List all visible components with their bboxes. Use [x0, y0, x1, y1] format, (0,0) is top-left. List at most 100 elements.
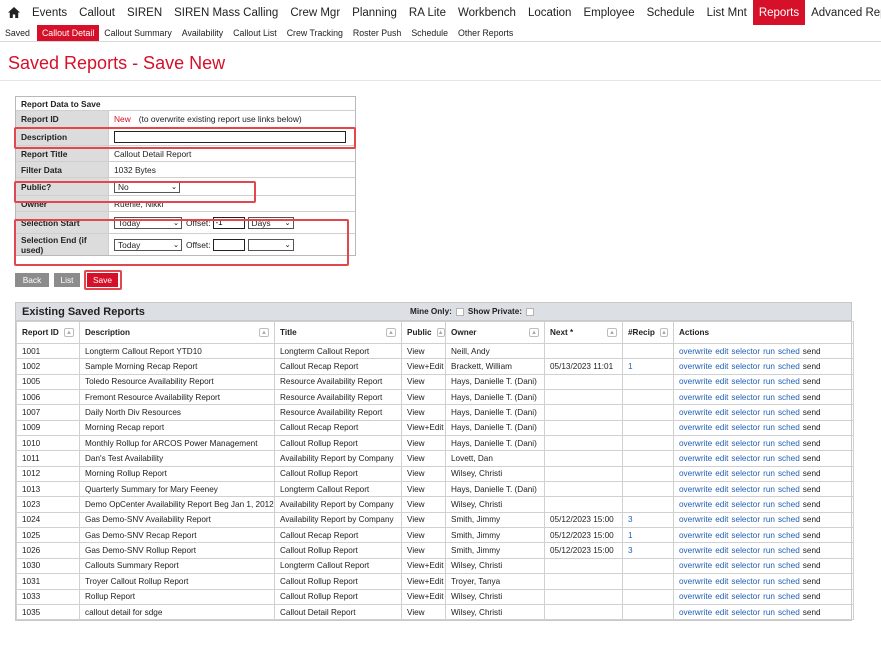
- send-link[interactable]: send: [803, 515, 821, 524]
- selector-link[interactable]: selector: [731, 423, 760, 432]
- subnav-item-schedule[interactable]: Schedule: [406, 25, 453, 41]
- run-link[interactable]: run: [763, 561, 775, 570]
- nav-item-location[interactable]: Location: [522, 0, 577, 25]
- sched-link[interactable]: sched: [778, 393, 800, 402]
- run-link[interactable]: run: [763, 592, 775, 601]
- overwrite-link[interactable]: overwrite: [679, 561, 712, 570]
- cell-recip[interactable]: [622, 603, 674, 621]
- sched-link[interactable]: sched: [778, 577, 800, 586]
- send-link[interactable]: send: [803, 485, 821, 494]
- overwrite-link[interactable]: overwrite: [679, 608, 712, 617]
- edit-link[interactable]: edit: [715, 608, 728, 617]
- send-link[interactable]: send: [803, 577, 821, 586]
- overwrite-link[interactable]: overwrite: [679, 423, 712, 432]
- selector-link[interactable]: selector: [731, 546, 760, 555]
- cell-recip[interactable]: [622, 373, 674, 391]
- edit-link[interactable]: edit: [715, 408, 728, 417]
- selector-link[interactable]: selector: [731, 500, 760, 509]
- send-link[interactable]: send: [803, 393, 821, 402]
- nav-item-planning[interactable]: Planning: [346, 0, 403, 25]
- run-link[interactable]: run: [763, 393, 775, 402]
- subnav-item-callout-list[interactable]: Callout List: [228, 25, 282, 41]
- cell-recip[interactable]: [622, 496, 674, 513]
- selector-link[interactable]: selector: [731, 608, 760, 617]
- run-link[interactable]: run: [763, 469, 775, 478]
- cell-recip[interactable]: 3: [622, 511, 674, 529]
- send-link[interactable]: send: [803, 500, 821, 509]
- subnav-item-availability[interactable]: Availability: [177, 25, 228, 41]
- cell-recip[interactable]: [622, 342, 674, 360]
- selector-link[interactable]: selector: [731, 454, 760, 463]
- cell-recip[interactable]: [622, 465, 674, 483]
- send-link[interactable]: send: [803, 531, 821, 540]
- send-link[interactable]: send: [803, 347, 821, 356]
- sched-link[interactable]: sched: [778, 546, 800, 555]
- nav-item-list-mnt[interactable]: List Mnt: [701, 0, 753, 25]
- cell-recip[interactable]: [622, 450, 674, 467]
- edit-link[interactable]: edit: [715, 531, 728, 540]
- send-link[interactable]: send: [803, 423, 821, 432]
- selector-link[interactable]: selector: [731, 515, 760, 524]
- send-link[interactable]: send: [803, 408, 821, 417]
- overwrite-link[interactable]: overwrite: [679, 577, 712, 586]
- nav-item-schedule[interactable]: Schedule: [641, 0, 701, 25]
- nav-item-employee[interactable]: Employee: [577, 0, 640, 25]
- overwrite-link[interactable]: overwrite: [679, 347, 712, 356]
- list-button[interactable]: List: [54, 273, 80, 287]
- selector-link[interactable]: selector: [731, 531, 760, 540]
- home-icon[interactable]: [0, 0, 26, 25]
- subnav-item-other-reports[interactable]: Other Reports: [453, 25, 518, 41]
- subnav-item-callout-detail[interactable]: Callout Detail: [36, 25, 100, 41]
- edit-link[interactable]: edit: [715, 469, 728, 478]
- sched-link[interactable]: sched: [778, 454, 800, 463]
- sched-link[interactable]: sched: [778, 515, 800, 524]
- sort-icon[interactable]: ▲: [659, 328, 668, 337]
- subnav-item-crew-tracking[interactable]: Crew Tracking: [282, 25, 348, 41]
- overwrite-link[interactable]: overwrite: [679, 485, 712, 494]
- nav-item-events[interactable]: Events: [26, 0, 73, 25]
- overwrite-link[interactable]: overwrite: [679, 362, 712, 371]
- column-header-next[interactable]: Next * ▲: [544, 321, 623, 344]
- selector-link[interactable]: selector: [731, 439, 760, 448]
- edit-link[interactable]: edit: [715, 561, 728, 570]
- run-link[interactable]: run: [763, 515, 775, 524]
- run-link[interactable]: run: [763, 500, 775, 509]
- edit-link[interactable]: edit: [715, 515, 728, 524]
- send-link[interactable]: send: [803, 561, 821, 570]
- sched-link[interactable]: sched: [778, 500, 800, 509]
- selector-link[interactable]: selector: [731, 377, 760, 386]
- sched-link[interactable]: sched: [778, 469, 800, 478]
- sched-link[interactable]: sched: [778, 561, 800, 570]
- send-link[interactable]: send: [803, 454, 821, 463]
- mine-only-checkbox[interactable]: [455, 307, 464, 316]
- run-link[interactable]: run: [763, 485, 775, 494]
- edit-link[interactable]: edit: [715, 485, 728, 494]
- edit-link[interactable]: edit: [715, 423, 728, 432]
- overwrite-link[interactable]: overwrite: [679, 439, 712, 448]
- edit-link[interactable]: edit: [715, 377, 728, 386]
- send-link[interactable]: send: [803, 469, 821, 478]
- column-header-recip[interactable]: #Recip ▲: [622, 321, 674, 344]
- sort-icon[interactable]: ▲: [529, 328, 539, 337]
- send-link[interactable]: send: [803, 592, 821, 601]
- nav-item-reports[interactable]: Reports: [752, 0, 806, 25]
- cell-recip[interactable]: 3: [622, 542, 674, 559]
- sort-icon[interactable]: ▲: [64, 328, 74, 337]
- overwrite-link[interactable]: overwrite: [679, 377, 712, 386]
- sort-icon[interactable]: ▲: [607, 328, 617, 337]
- selector-link[interactable]: selector: [731, 469, 760, 478]
- send-link[interactable]: send: [803, 546, 821, 555]
- cell-recip[interactable]: [622, 588, 674, 605]
- back-button[interactable]: Back: [15, 273, 49, 287]
- run-link[interactable]: run: [763, 439, 775, 448]
- sched-link[interactable]: sched: [778, 347, 800, 356]
- run-link[interactable]: run: [763, 362, 775, 371]
- nav-item-workbench[interactable]: Workbench: [452, 0, 522, 25]
- nav-item-crew-mgr[interactable]: Crew Mgr: [284, 0, 346, 25]
- overwrite-link[interactable]: overwrite: [679, 546, 712, 555]
- cell-recip[interactable]: [622, 419, 674, 437]
- edit-link[interactable]: edit: [715, 592, 728, 601]
- sched-link[interactable]: sched: [778, 408, 800, 417]
- cell-recip[interactable]: 1: [622, 527, 674, 544]
- overwrite-link[interactable]: overwrite: [679, 500, 712, 509]
